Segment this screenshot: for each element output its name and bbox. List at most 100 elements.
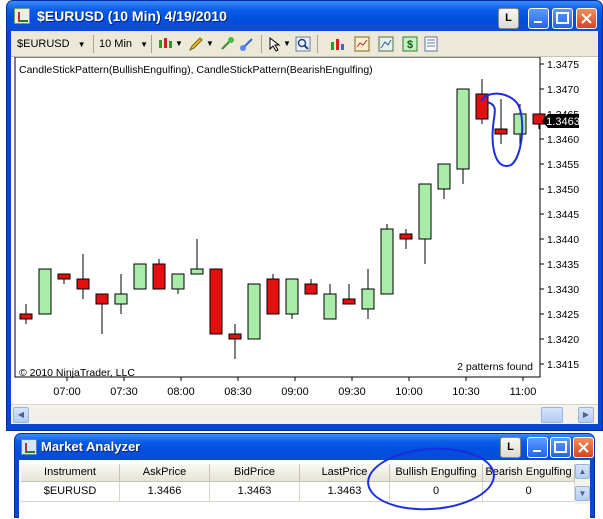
price-label: 1.3435 <box>547 259 579 271</box>
drawing-pencil-icon[interactable] <box>188 36 204 52</box>
close-button[interactable] <box>573 437 594 458</box>
patterns-found-text: 2 patterns found <box>457 361 533 373</box>
candle-up[interactable] <box>190 268 204 275</box>
scroll-left-button[interactable]: ◀ <box>13 407 29 423</box>
chevron-down-icon[interactable]: ▼ <box>283 35 291 53</box>
scroll-down-button[interactable]: ▼ <box>575 486 590 501</box>
cell-bidprice[interactable]: 1.3463 <box>210 482 300 502</box>
candle-down[interactable] <box>475 93 489 120</box>
horizontal-scrollbar[interactable]: ◀ ▶ <box>11 404 598 424</box>
data-box-icon[interactable] <box>354 36 370 52</box>
candle-up[interactable] <box>38 268 52 315</box>
minimize-button[interactable] <box>528 8 549 29</box>
candle-up[interactable] <box>418 183 432 240</box>
chart-toolbar: $EURUSD ▼ 10 Min ▼ ▼ ▼ ▼ $ <box>11 31 598 57</box>
price-label: 1.3440 <box>547 234 579 246</box>
scroll-up-button[interactable]: ▲ <box>575 464 590 479</box>
candle-down[interactable] <box>399 233 413 240</box>
scroll-track[interactable] <box>31 408 558 422</box>
link-button[interactable]: L <box>500 437 521 458</box>
last-price-tag: 1.3463 <box>542 114 580 128</box>
candle-down[interactable] <box>76 278 90 290</box>
candle-up[interactable] <box>513 113 527 135</box>
interval-selector[interactable]: 10 Min ▼ <box>99 35 148 53</box>
column-header-bearish-engulfing[interactable]: Bearish Engulfing <box>483 464 575 482</box>
time-label: 11:00 <box>510 386 537 398</box>
time-label: 09:30 <box>338 386 366 398</box>
market-analyzer-title: Market Analyzer <box>41 439 141 454</box>
zoom-icon[interactable] <box>295 36 311 52</box>
chart-properties-icon[interactable] <box>378 36 394 52</box>
candle-down[interactable] <box>532 113 546 125</box>
column-header-bidprice[interactable]: BidPrice <box>210 464 300 482</box>
candle-up[interactable] <box>247 283 261 340</box>
chevron-down-icon[interactable]: ▼ <box>206 35 214 53</box>
scroll-thumb[interactable] <box>541 407 563 423</box>
maximize-icon <box>556 12 569 24</box>
candle-up[interactable] <box>171 273 185 290</box>
candlestick-style-icon[interactable] <box>157 36 173 52</box>
chevron-down-icon[interactable]: ▼ <box>175 35 183 53</box>
price-label: 1.3455 <box>547 159 579 171</box>
candle-up[interactable] <box>380 228 394 295</box>
price-chart[interactable]: CandleStickPattern(BullishEngulfing), Ca… <box>11 57 598 404</box>
add-indicator-icon[interactable] <box>219 36 235 52</box>
price-label: 1.3460 <box>547 134 579 146</box>
maximize-button[interactable] <box>550 437 571 458</box>
candle-down[interactable] <box>304 283 318 295</box>
price-label: 1.3430 <box>547 284 579 296</box>
chart-window: $EURUSD (10 Min) 4/19/2010 L $EURUSD ▼ 1… <box>6 0 603 431</box>
chart-panel[interactable]: CandleStickPattern(BullishEngulfing), Ca… <box>11 57 598 404</box>
candle-down[interactable] <box>228 333 242 340</box>
candle-down[interactable] <box>57 273 71 280</box>
market-analyzer-title-bar[interactable]: Market Analyzer L <box>15 434 594 460</box>
candle-up[interactable] <box>323 293 337 320</box>
toolbar-separator <box>151 35 152 53</box>
candle-up[interactable] <box>456 88 470 170</box>
pointer-icon[interactable] <box>267 36 283 52</box>
cell-askprice[interactable]: 1.3466 <box>120 482 210 502</box>
candle-down[interactable] <box>494 128 508 135</box>
maximize-button[interactable] <box>552 8 573 29</box>
instrument-selector[interactable]: $EURUSD ▼ <box>17 35 86 53</box>
price-label: 1.3425 <box>547 309 579 321</box>
svg-text:$: $ <box>407 39 413 51</box>
strategy-icon[interactable] <box>239 36 255 52</box>
market-analyzer-grid: Instrument AskPrice BidPrice LastPrice B… <box>19 460 590 519</box>
candle-down[interactable] <box>19 313 33 320</box>
scroll-right-button[interactable]: ▶ <box>578 407 594 423</box>
price-label: 1.3470 <box>547 84 579 96</box>
link-button[interactable]: L <box>498 8 519 29</box>
chart-title-bar[interactable]: $EURUSD (10 Min) 4/19/2010 L <box>7 1 602 31</box>
candle-up[interactable] <box>361 288 375 310</box>
candle-down[interactable] <box>152 263 166 290</box>
close-icon <box>581 13 592 24</box>
copyright-text: © 2010 NinjaTrader, LLC <box>19 367 135 379</box>
candle-down[interactable] <box>342 298 356 305</box>
minimize-button[interactable] <box>527 437 548 458</box>
time-label: 08:00 <box>167 386 195 398</box>
cell-bearish-engulfing[interactable]: 0 <box>483 482 575 502</box>
vertical-scrollbar[interactable]: ▲ ▼ <box>575 464 590 504</box>
close-button[interactable] <box>576 8 597 29</box>
maximize-icon <box>554 441 567 453</box>
column-header-instrument[interactable]: Instrument <box>21 464 120 482</box>
toolbar-separator <box>317 35 318 53</box>
bar-chart-icon[interactable] <box>329 36 345 52</box>
close-icon <box>578 442 589 453</box>
candle-down[interactable] <box>266 278 280 315</box>
properties-icon[interactable] <box>423 36 439 52</box>
time-label: 07:00 <box>53 386 81 398</box>
time-label: 08:30 <box>224 386 252 398</box>
candle-up[interactable] <box>437 163 451 190</box>
candle-up[interactable] <box>285 278 299 315</box>
column-header-askprice[interactable]: AskPrice <box>120 464 210 482</box>
candle-up[interactable] <box>114 293 128 305</box>
candle-down[interactable] <box>95 293 109 305</box>
time-label: 07:30 <box>110 386 138 398</box>
candle-up[interactable] <box>133 263 147 290</box>
price-label: 1.3450 <box>547 184 579 196</box>
candle-down[interactable] <box>209 268 223 335</box>
dollar-icon[interactable]: $ <box>402 36 418 52</box>
cell-instrument[interactable]: $EURUSD <box>21 482 120 502</box>
